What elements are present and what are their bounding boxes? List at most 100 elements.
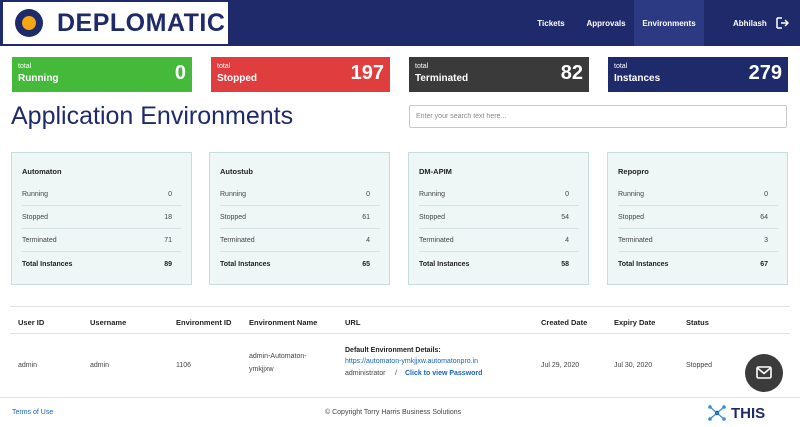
cell-user-id: admin — [18, 362, 38, 369]
row-value: 89 — [164, 261, 172, 268]
row-value: 18 — [164, 214, 172, 221]
stat-value: 279 — [748, 62, 782, 84]
url-separator: / — [395, 370, 397, 377]
th-username[interactable]: Username — [90, 318, 126, 327]
row-label: Running — [22, 191, 49, 198]
view-password-link[interactable]: Click to view Password — [405, 370, 482, 377]
table-header-divider — [10, 333, 790, 334]
env-name: Repopro — [618, 167, 649, 176]
chat-button[interactable] — [745, 354, 783, 392]
env-card-automaton[interactable]: Automaton Running 0 Stopped 18 Terminated 7… — [11, 152, 192, 285]
env-row-total: Total Instances 67 — [618, 253, 778, 276]
footer-brand: THIS — [731, 404, 766, 422]
env-row-stopped: Stopped 54 — [419, 206, 579, 229]
env-card-dm-apim[interactable]: DM-APIM Running 0 Stopped 54 Terminated 4 T… — [408, 152, 589, 285]
row-label: Stopped — [419, 214, 446, 221]
env-row-total: Total Instances 65 — [220, 253, 380, 276]
nav-environments[interactable]: Environments — [634, 0, 704, 46]
th-environment-name[interactable]: Environment Name — [249, 318, 317, 327]
row-value: 54 — [561, 214, 569, 221]
row-label: Terminated — [22, 237, 57, 244]
stat-value: 82 — [560, 62, 583, 84]
brand-logo[interactable]: DEPLOMATIC — [3, 2, 228, 44]
env-row-stopped: Stopped 61 — [220, 206, 380, 229]
env-row-stopped: Stopped 18 — [22, 206, 182, 229]
th-expiry-date[interactable]: Expiry Date — [614, 318, 655, 327]
env-row-running: Running 0 — [618, 183, 778, 206]
row-value: 0 — [366, 191, 370, 198]
footer-divider — [0, 397, 800, 398]
env-card-repopro[interactable]: Repopro Running 0 Stopped 64 Terminated 3 T… — [607, 152, 788, 285]
stat-label: Stopped — [217, 73, 257, 84]
th-user-id[interactable]: User ID — [18, 318, 44, 327]
cell-expiry-date: Jul 30, 2020 — [614, 362, 653, 369]
th-url[interactable]: URL — [345, 318, 360, 327]
stat-stopped-card: total Stopped 197 — [211, 57, 390, 92]
env-row-terminated: Terminated 4 — [419, 229, 579, 252]
cell-environment-name-line1: admin-Automaton- — [249, 353, 307, 360]
th-environment-id[interactable]: Environment ID — [176, 318, 231, 327]
row-label: Running — [618, 191, 645, 198]
cell-created-date: Jul 29, 2020 — [541, 362, 580, 369]
row-label: Total Instances — [419, 261, 470, 268]
terms-of-use-link[interactable]: Terms of Use — [12, 409, 53, 416]
logout-icon[interactable] — [776, 17, 789, 29]
table-divider — [10, 306, 790, 307]
brand-name: DEPLOMATIC — [57, 8, 226, 37]
env-row-terminated: Terminated 71 — [22, 229, 182, 252]
environment-url-link[interactable]: https://automaton-ymkjjxw.automatonpro.i… — [345, 358, 478, 365]
row-value: 3 — [764, 237, 768, 244]
cell-status: Stopped — [686, 362, 713, 369]
stat-small-label: total — [18, 63, 32, 70]
cell-environment-id: 1106 — [176, 362, 192, 369]
stat-value: 197 — [350, 62, 384, 84]
env-row-total: Total Instances 89 — [22, 253, 182, 276]
env-row-total: Total Instances 58 — [419, 253, 579, 276]
user-name[interactable]: Abhilash — [733, 0, 767, 46]
this-logo-icon — [708, 405, 726, 421]
env-card-autostub[interactable]: Autostub Running 0 Stopped 61 Terminated 4 … — [209, 152, 390, 285]
row-label: Total Instances — [220, 261, 271, 268]
row-label: Total Instances — [22, 261, 73, 268]
stat-terminated-card: total Terminated 82 — [409, 57, 589, 92]
deplomatic-logo-icon — [13, 7, 45, 39]
th-created-date[interactable]: Created Date — [541, 318, 587, 327]
row-value: 65 — [362, 261, 370, 268]
cell-environment-name-line2: ymkjjxw — [249, 366, 274, 373]
env-row-running: Running 0 — [419, 183, 579, 206]
stat-label: Running — [18, 73, 59, 84]
url-username: administrator — [345, 370, 386, 377]
stat-small-label: total — [415, 63, 429, 70]
nav-tickets[interactable]: Tickets — [524, 0, 578, 46]
env-name: Automaton — [22, 167, 62, 176]
env-row-terminated: Terminated 4 — [220, 229, 380, 252]
cell-username: admin — [90, 362, 110, 369]
env-name: DM-APIM — [419, 167, 452, 176]
stat-small-label: total — [217, 63, 231, 70]
nav-approvals[interactable]: Approvals — [578, 0, 634, 46]
row-label: Terminated — [220, 237, 255, 244]
row-label: Stopped — [220, 214, 247, 221]
search-input[interactable] — [409, 105, 787, 128]
page-title: Application Environments — [11, 102, 294, 130]
row-value: 4 — [366, 237, 370, 244]
top-navbar: DEPLOMATIC Tickets Approvals Environment… — [0, 0, 800, 46]
row-value: 61 — [362, 214, 370, 221]
row-label: Terminated — [419, 237, 454, 244]
copyright-text: © Copyright Torry Harris Business Soluti… — [325, 409, 462, 416]
row-value: 0 — [565, 191, 569, 198]
env-row-terminated: Terminated 3 — [618, 229, 778, 252]
stat-label: Instances — [614, 73, 661, 84]
url-section-title: Default Environment Details: — [345, 347, 441, 354]
stat-instances-card: total Instances 279 — [608, 57, 788, 92]
stat-label: Terminated — [415, 73, 469, 84]
env-name: Autostub — [220, 167, 253, 176]
row-label: Running — [220, 191, 247, 198]
mail-icon — [756, 366, 772, 379]
row-label: Terminated — [618, 237, 653, 244]
stat-running-card: total Running 0 — [12, 57, 192, 92]
row-value: 67 — [760, 261, 768, 268]
stat-small-label: total — [614, 63, 628, 70]
row-value: 4 — [565, 237, 569, 244]
th-status[interactable]: Status — [686, 318, 709, 327]
